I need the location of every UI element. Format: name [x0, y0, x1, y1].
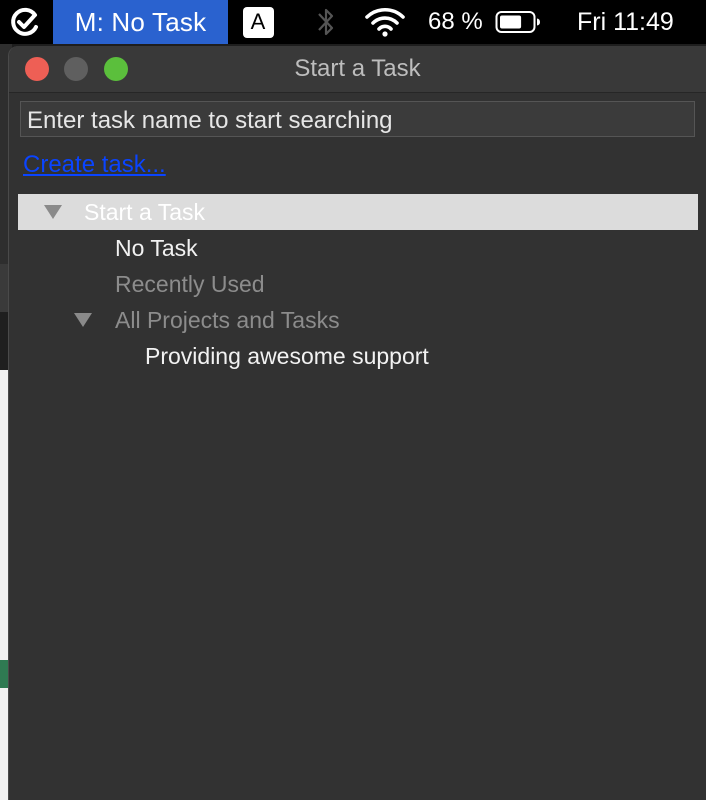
tree-item-label: Recently Used: [115, 270, 265, 297]
current-task-menu[interactable]: M: No Task: [53, 0, 228, 44]
battery-fill: [500, 15, 522, 29]
current-task-label: M: No Task: [74, 6, 207, 37]
window-title: Start a Task: [294, 55, 421, 82]
disclosure-triangle-icon[interactable]: [44, 205, 62, 219]
title-bar[interactable]: Start a Task: [9, 46, 706, 93]
input-source-icon: A: [242, 6, 274, 38]
start-task-window: Start a Task Create task... Start a Task…: [9, 46, 706, 800]
battery-percent: 68 %: [428, 8, 483, 35]
task-search-input[interactable]: [20, 101, 695, 137]
wifi-icon[interactable]: [362, 0, 408, 44]
tree-item-all-projects[interactable]: All Projects and Tasks: [18, 302, 698, 338]
menubar-clock[interactable]: Fri 11:49: [577, 0, 674, 44]
tree-item-recently-used[interactable]: Recently Used: [18, 266, 698, 302]
create-task-link[interactable]: Create task...: [23, 151, 166, 179]
tree-item-label: All Projects and Tasks: [115, 306, 340, 333]
bluetooth-icon[interactable]: [312, 0, 340, 44]
tree-item-providing-awesome-support[interactable]: Providing awesome support: [18, 338, 698, 374]
tree-item-label: Start a Task: [84, 198, 206, 225]
disclosure-triangle-icon[interactable]: [74, 313, 92, 327]
tree-item-no-task[interactable]: No Task: [18, 230, 698, 266]
battery-icon[interactable]: [494, 0, 542, 44]
tree-item-start-a-task[interactable]: Start a Task: [18, 194, 698, 230]
input-source-menu[interactable]: A: [241, 0, 275, 44]
tree-item-label: No Task: [115, 234, 198, 261]
tree-item-label: Providing awesome support: [145, 342, 429, 369]
menu-bar: M: No Task A 68 % Fri 11:49: [0, 0, 706, 44]
app-check-icon[interactable]: [8, 0, 42, 44]
